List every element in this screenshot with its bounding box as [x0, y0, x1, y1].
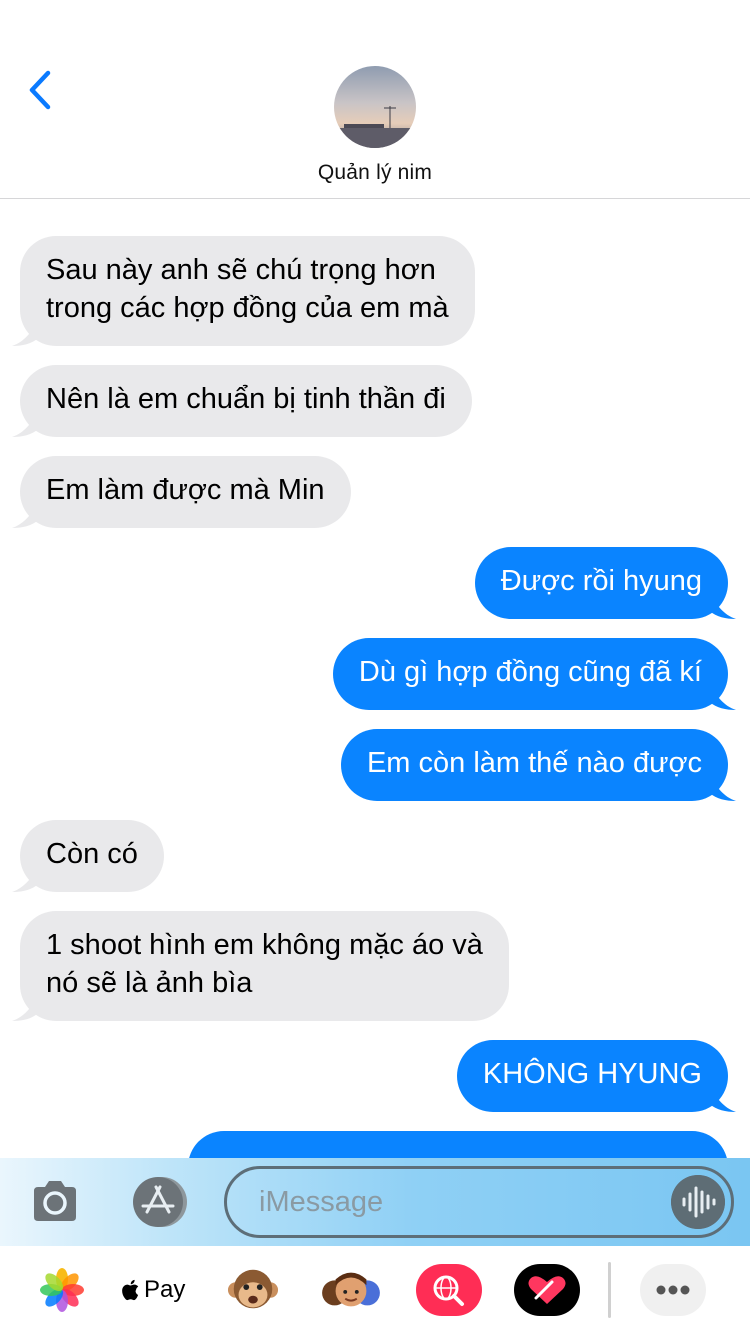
memoji-icon[interactable]	[318, 1264, 384, 1316]
message-text: Em làm được mà Min	[46, 474, 325, 506]
back-chevron-icon[interactable]	[26, 70, 56, 110]
message-text: Dù gì hợp đồng cũng đã kí	[358, 656, 702, 688]
message-line: 1 shoot hình em không mặc áo và	[46, 929, 483, 961]
web-search-icon[interactable]	[416, 1264, 482, 1316]
imessage-app-drawer: Pay	[0, 1246, 750, 1334]
message-line: trong các hợp đồng của em mà	[46, 292, 449, 324]
compose-bar: iMessage	[0, 1158, 750, 1246]
outgoing-message[interactable]: Được rồi hyung	[474, 547, 736, 619]
incoming-message[interactable]: 1 shoot hình em không mặc áo và nó sẽ là…	[12, 911, 509, 1021]
apple-logo-icon	[122, 1279, 139, 1301]
message-text: Còn có	[46, 838, 138, 870]
incoming-message[interactable]: Nên là em chuẩn bị tinh thần đi	[12, 365, 472, 437]
audio-message-icon[interactable]	[671, 1175, 725, 1229]
more-apps-icon[interactable]	[640, 1264, 706, 1316]
incoming-message[interactable]: Sau này anh sẽ chú trọng hơn trong các h…	[12, 236, 475, 346]
camera-icon[interactable]	[30, 1177, 80, 1225]
message-input-placeholder: iMessage	[259, 1186, 384, 1218]
contact-name[interactable]: Quản lý nim	[0, 161, 750, 185]
apple-pay-button[interactable]: Pay	[122, 1264, 188, 1316]
message-text: Em còn làm thế nào được	[366, 747, 702, 779]
outgoing-message[interactable]: Dù gì hợp đồng cũng đã kí	[332, 638, 736, 710]
message-thread: Sau này anh sẽ chú trọng hơn trong các h…	[0, 200, 750, 1158]
contact-avatar[interactable]	[334, 66, 416, 148]
message-text: Được rồi hyung	[500, 565, 702, 597]
message-text: Nên là em chuẩn bị tinh thần đi	[46, 383, 446, 415]
drawer-separator	[608, 1262, 611, 1318]
digital-touch-icon[interactable]	[514, 1264, 580, 1316]
incoming-message[interactable]: Còn có	[12, 820, 164, 892]
outgoing-message[interactable]: KHÔNG HYUNG	[456, 1040, 736, 1112]
message-input[interactable]: iMessage	[224, 1166, 734, 1238]
incoming-message[interactable]: Em làm được mà Min	[12, 456, 351, 528]
message-line: nó sẽ là ảnh bìa	[46, 967, 253, 999]
message-line: Sau này anh sẽ chú trọng hơn	[46, 254, 436, 286]
outgoing-message[interactable]: Em còn làm thế nào được	[340, 729, 736, 801]
outgoing-message-partial[interactable]	[188, 1131, 728, 1158]
apple-pay-label: Pay	[144, 1276, 186, 1303]
message-text: KHÔNG HYUNG	[482, 1058, 702, 1090]
photos-icon[interactable]	[36, 1264, 88, 1316]
monkey-animoji-icon[interactable]	[226, 1264, 280, 1316]
app-store-icon[interactable]	[126, 1176, 190, 1228]
conversation-header: Quản lý nim	[0, 0, 750, 199]
